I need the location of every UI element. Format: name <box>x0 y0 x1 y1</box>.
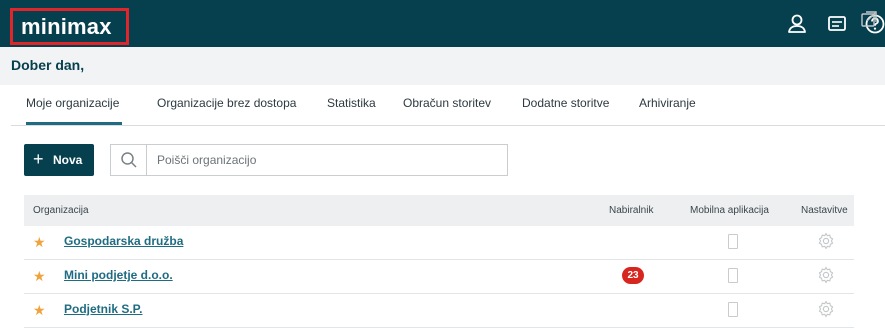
settings-gear-icon[interactable] <box>817 266 835 284</box>
user-icon[interactable] <box>786 13 808 35</box>
tab-obracun-storitev[interactable]: Obračun storitev <box>403 96 491 110</box>
settings-gear-icon[interactable] <box>817 300 835 318</box>
organization-link[interactable]: Mini podjetje d.o.o. <box>64 268 173 282</box>
table-row: ★ Gospodarska družba <box>24 226 854 260</box>
column-organizacija[interactable]: Organizacija <box>33 205 89 216</box>
column-nastavitve: Nastavitve <box>801 205 848 216</box>
mobile-app-icon[interactable] <box>728 268 738 283</box>
mobile-app-icon[interactable] <box>728 302 738 317</box>
new-organization-button[interactable]: + Nova <box>24 144 94 176</box>
favorite-star-icon[interactable]: ★ <box>33 268 46 285</box>
settings-gear-icon[interactable] <box>817 232 835 250</box>
search-icon[interactable] <box>111 145 147 175</box>
plus-icon: + <box>33 149 44 169</box>
greeting-text: Dober dan, <box>11 57 85 73</box>
organization-link[interactable]: Gospodarska družba <box>64 234 183 248</box>
tab-organizacije-brez-dostopa[interactable]: Organizacije brez dostopa <box>157 96 296 110</box>
search-box <box>110 144 508 176</box>
search-input[interactable] <box>157 151 487 169</box>
table-row: ★ Podjetnik S.P. <box>24 294 854 328</box>
mobile-app-icon[interactable] <box>728 234 738 249</box>
column-nabiralnik: Nabiralnik <box>609 205 654 216</box>
tabs-divider <box>11 125 885 126</box>
organization-link[interactable]: Podjetnik S.P. <box>64 302 142 316</box>
new-button-label: Nova <box>53 153 83 167</box>
column-mobilna-aplikacija: Mobilna aplikacija <box>690 205 769 216</box>
table-header: Organizacija Nabiralnik Mobilna aplikaci… <box>24 195 854 226</box>
tab-arhiviranje[interactable]: Arhiviranje <box>639 96 696 110</box>
table-row: ★ Mini podjetje d.o.o. 23 <box>24 260 854 294</box>
logo-highlight: minimax <box>10 8 129 45</box>
mailbox-count-badge[interactable]: 23 <box>622 267 644 284</box>
minimax-logo[interactable]: minimax <box>21 14 112 40</box>
top-bar: minimax <box>0 0 885 47</box>
favorite-star-icon[interactable]: ★ <box>33 302 46 319</box>
favorite-star-icon[interactable]: ★ <box>33 234 46 251</box>
external-link-icon[interactable] <box>860 10 878 28</box>
tab-statistika[interactable]: Statistika <box>327 96 376 110</box>
tab-moje-organizacije[interactable]: Moje organizacije <box>26 96 119 110</box>
greeting-bar: Dober dan, <box>0 47 885 85</box>
tab-dodatne-storitve[interactable]: Dodatne storitve <box>522 96 609 110</box>
messages-icon[interactable] <box>826 13 848 35</box>
